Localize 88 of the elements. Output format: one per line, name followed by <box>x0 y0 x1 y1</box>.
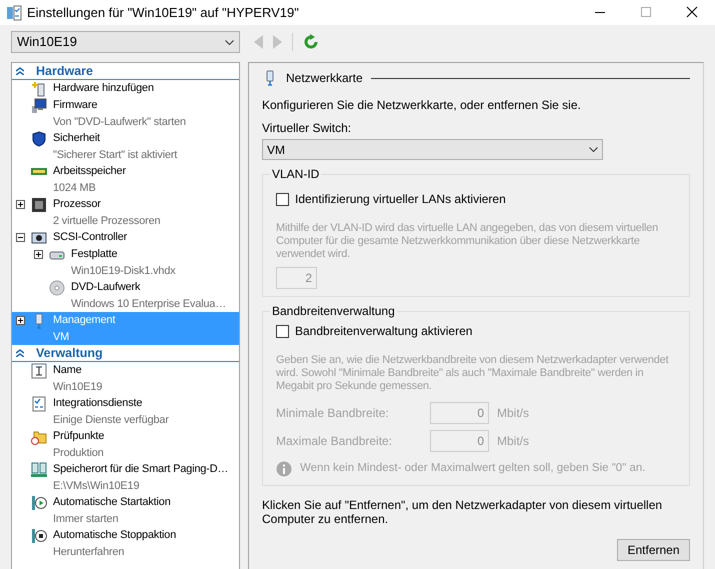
bandwidth-description: Geben Sie an, wie die Netzwerkbandbreite von diesem Netzwerkadapter verwendet wird. Sowohl "Minimale Bandbreite" als auch "Maximale Bandbreite" werden in Megabit pro Sekunde gemessen. <box>276 354 670 393</box>
tree-item[interactable]: Hardware hinzufügen <box>12 80 239 97</box>
tree-item[interactable]: Prüfpunkte Produktion <box>12 428 239 461</box>
tree-item[interactable]: Sicherheit "Sicherer Start" ist aktiviert <box>12 130 239 163</box>
field-label: Maximale Bandbreite: <box>276 433 394 450</box>
item-detail: E:\VMs\Win10E19 <box>53 479 140 494</box>
tree-item[interactable]: Automatische Startaktion Immer starten <box>12 494 239 527</box>
add-hardware-icon <box>31 80 47 96</box>
folder-icon <box>31 428 47 444</box>
section-header[interactable]: Hardware <box>12 63 239 80</box>
item-label: Management <box>53 313 116 328</box>
checkbox-label: Identifizierung virtueller LANs aktivieren <box>295 191 506 208</box>
info-icon <box>276 460 292 477</box>
item-detail: VM <box>53 330 70 345</box>
checkbox-label: Bandbreitenverwaltung aktivieren <box>295 323 472 340</box>
item-detail: Herunterfahren <box>53 545 124 560</box>
storage-icon <box>31 462 47 478</box>
item-label: Automatische Stoppaktion <box>53 528 176 544</box>
play-icon <box>31 494 47 510</box>
group-title: VLAN-ID <box>270 167 322 181</box>
refresh-icon[interactable] <box>303 34 319 50</box>
shield-icon <box>31 130 47 146</box>
tree-item[interactable]: Firmware Von "DVD-Laufwerk" starten <box>12 97 239 130</box>
item-label: Name <box>53 363 82 378</box>
controller-icon <box>31 230 47 246</box>
panel-title: Netzwerkkarte <box>286 70 363 87</box>
intro-text: Konfigurieren Sie die Netzwerkkarte, oder entfernen Sie sie. <box>262 97 582 114</box>
item-detail: 1024 MB <box>53 181 96 196</box>
expand-icon[interactable] <box>16 200 25 209</box>
item-detail: Einige Dienste verfügbar <box>53 413 169 428</box>
disc-icon <box>49 280 65 296</box>
unit-label: Mbit/s <box>497 405 530 422</box>
item-detail: Win10E19-Disk1.vhdx <box>71 264 176 279</box>
item-label: Firmware <box>53 98 98 114</box>
section-header[interactable]: Verwaltung <box>12 345 239 362</box>
item-label: Arbeitsspeicher <box>53 164 126 180</box>
tree-item[interactable]: Automatische Stoppaktion Herunterfahren <box>12 527 239 560</box>
collapse-icon <box>16 67 24 75</box>
item-detail: Immer starten <box>53 512 118 527</box>
field-label: Minimale Bandbreite: <box>276 405 390 422</box>
item-detail: Win10E19 <box>53 380 102 395</box>
item-label: Automatische Startaktion <box>53 495 170 510</box>
tree-item[interactable]: Name Win10E19 <box>12 362 239 395</box>
tree-item[interactable]: Prozessor 2 virtuelle Prozessoren <box>12 196 239 229</box>
item-label: Prüfpunkte <box>53 429 104 444</box>
unit-label: Mbit/s <box>497 433 530 450</box>
checkbox[interactable] <box>276 324 289 338</box>
window-title: Einstellungen für "Win10E19" auf "HYPERV19" <box>27 4 299 22</box>
monitor-icon <box>31 98 47 114</box>
tree-item[interactable]: SCSI-Controller <box>12 229 239 246</box>
collapse-icon <box>16 349 24 357</box>
item-label: Sicherheit <box>53 131 100 146</box>
vlan-description: Mithilfe der VLAN-ID wird das virtuelle LAN angegeben, das von diesem virtuellen Computer für die gesamte Netzwerkkommunikation über diese Netzwerkkarte verwendet wird. <box>276 222 660 261</box>
item-label: Speicherort für die Smart Paging-D… <box>53 462 228 478</box>
item-label: DVD-Laufwerk <box>71 280 140 296</box>
remove-hint: Klicken Sie auf "Entfernen", um den Netzwerkadapter von diesem virtuellen Computer zu entfernen. <box>262 498 664 526</box>
item-label: Hardware hinzufügen <box>53 81 154 96</box>
settings-list-icon <box>6 4 22 20</box>
item-detail: Produktion <box>53 446 104 461</box>
item-label: Festplatte <box>71 247 118 262</box>
checkbox[interactable] <box>276 192 289 206</box>
item-detail: Von "DVD-Laufwerk" starten <box>53 115 186 130</box>
text-cursor-icon <box>31 362 47 378</box>
item-detail: Windows 10 Enterprise Evalua… <box>71 297 226 312</box>
tree-item[interactable]: Speicherort für die Smart Paging-D… E:\VMs\Win10E19 <box>12 461 239 494</box>
tree-item[interactable]: Arbeitsspeicher 1024 MB <box>12 163 239 196</box>
stop-icon <box>31 528 47 544</box>
item-label: Integrationsdienste <box>53 396 142 412</box>
item-detail: 2 virtuelle Prozessoren <box>53 214 160 229</box>
collapse-icon[interactable] <box>16 233 25 242</box>
expand-icon[interactable] <box>34 250 43 259</box>
chevron-down-icon <box>225 40 234 44</box>
info-note: Wenn kein Mindest- oder Maximalwert gelten soll, geben Sie "0" an. <box>300 461 646 476</box>
chip-icon <box>31 196 47 212</box>
tree-item[interactable]: Festplatte Win10E19-Disk1.vhdx <box>12 246 239 279</box>
item-label: SCSI-Controller <box>53 230 128 246</box>
tree-item[interactable]: DVD-Laufwerk Windows 10 Enterprise Evalua… <box>12 279 239 312</box>
tree-item[interactable]: Integrationsdienste Einige Dienste verfügbar <box>12 395 239 428</box>
remove-button[interactable]: Entfernen <box>617 539 690 562</box>
item-label: Prozessor <box>53 197 101 212</box>
switch-dropdown[interactable]: VM <box>262 139 603 160</box>
vm-dropdown[interactable]: Win10E19 <box>11 31 240 53</box>
item-detail: "Sicherer Start" ist aktiviert <box>53 148 178 163</box>
expand-icon[interactable] <box>16 316 25 325</box>
switch-label: Virtueller Switch: <box>262 120 352 137</box>
checklist-icon <box>31 396 47 412</box>
chevron-down-icon <box>589 147 598 152</box>
group-title: Bandbreitenverwaltung <box>270 304 397 318</box>
